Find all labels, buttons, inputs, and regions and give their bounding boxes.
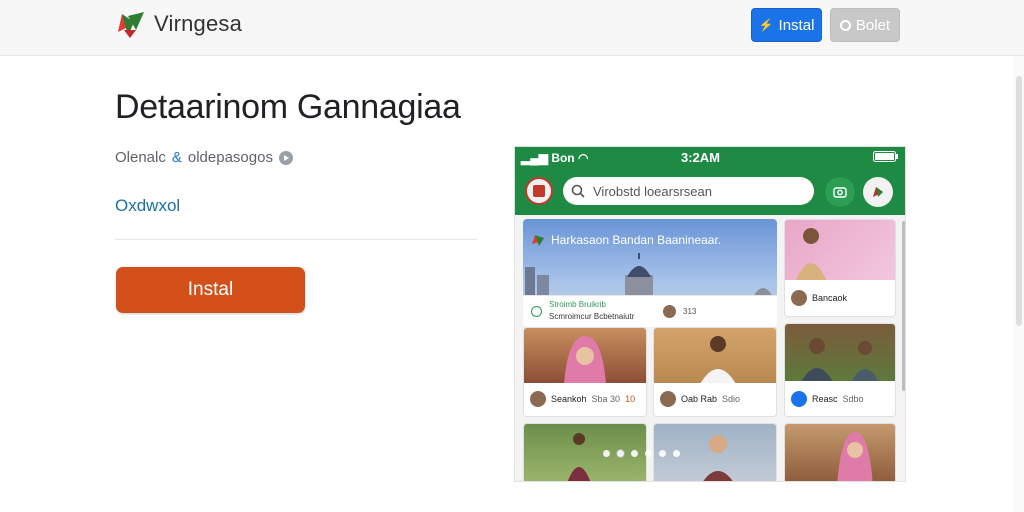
divider — [115, 239, 477, 240]
circle-icon — [839, 19, 851, 31]
avatar — [791, 390, 807, 407]
banner-logo-icon — [532, 235, 544, 246]
search-icon — [571, 184, 585, 198]
feed-card[interactable]: Reasc Sdbo — [784, 323, 896, 417]
person-illustration — [564, 336, 606, 384]
page-scrollbar-thumb[interactable] — [1016, 76, 1022, 326]
people-illustration — [801, 338, 879, 382]
meta-amp: & — [171, 149, 182, 166]
banner-caption-2: Scmroimcur Bcbetnaiutr — [549, 312, 635, 321]
install-button[interactable]: Instal — [116, 267, 305, 313]
card-title: Oab Rab — [681, 394, 718, 405]
top-bar: Virngesa ⚡ Instal Bolet — [0, 0, 1024, 56]
phone-search-placeholder: Virobstd loearsrsean — [593, 183, 712, 199]
person-illustration — [567, 433, 591, 481]
building-illustration — [525, 267, 549, 299]
card-caption: Bancaok — [785, 279, 895, 316]
developer-link[interactable]: Oxdwxol — [115, 196, 180, 216]
meta-text: Olenalc — [115, 149, 166, 166]
person-illustration — [700, 336, 736, 384]
card-sub: Sba 30 — [591, 394, 621, 405]
banner-title-text: Harkasaon Bandan Baanineaar. — [551, 233, 722, 247]
app-meta: Olenalc & oldepasogos — [115, 149, 293, 166]
person-illustration — [703, 435, 733, 481]
avatar — [791, 289, 807, 306]
feed-card[interactable] — [784, 423, 896, 481]
banner-count: 313 — [683, 307, 697, 316]
brand[interactable]: Virngesa — [114, 8, 242, 40]
install-button-top[interactable]: ⚡ Instal — [751, 8, 822, 42]
info-icon[interactable] — [278, 150, 293, 165]
card-caption: Seankoh Sba 30 10 — [524, 382, 646, 416]
person-illustration — [837, 432, 873, 481]
carousel-dot[interactable] — [659, 450, 666, 457]
card-sub: Sdbo — [842, 393, 864, 404]
card-caption: Oab Rab Sdio — [654, 382, 776, 416]
phone-search-input[interactable]: Virobstd loearsrsean — [563, 177, 814, 205]
status-carrier: Bon — [551, 151, 575, 165]
meta-category[interactable]: oldepasogos — [188, 149, 273, 166]
wifi-icon: ◠ — [577, 151, 589, 165]
app-title: Detaarinom Gannagiaa — [115, 88, 461, 126]
mosque-illustration — [625, 253, 653, 295]
avatar — [530, 391, 546, 408]
profile-icon[interactable] — [863, 177, 893, 207]
avatar — [660, 391, 676, 408]
avatar — [663, 305, 676, 318]
carousel-dot[interactable] — [645, 450, 652, 457]
brand-name: Virngesa — [154, 11, 243, 36]
carousel-dot[interactable] — [603, 450, 610, 457]
card-sub: Sdio — [722, 394, 741, 405]
delete-button-top[interactable]: Bolet — [830, 8, 900, 42]
status-left: ▂▄▆ Bon ◠ — [521, 151, 588, 165]
person-illustration — [795, 228, 827, 282]
carousel-dots[interactable] — [603, 450, 680, 457]
feed-banner[interactable]: Harkasaon Bandan Baanineaar. Stroimb Bru… — [523, 219, 777, 327]
battery-icon — [873, 151, 899, 165]
phone-feed: Harkasaon Bandan Baanineaar. Stroimb Bru… — [515, 215, 905, 481]
phone-scrollbar[interactable] — [902, 221, 905, 391]
bolt-icon: ⚡ — [758, 18, 774, 32]
signal-icon: ▂▄▆ — [521, 151, 548, 165]
card-caption: Reasc Sdbo — [785, 381, 895, 416]
delete-label-top: Bolet — [855, 16, 891, 34]
carousel-dot[interactable] — [673, 450, 680, 457]
feed-card-top-right[interactable]: Bancaok — [784, 219, 896, 317]
page-scrollbar[interactable] — [1014, 56, 1024, 512]
banner-title: Harkasaon Bandan Baanineaar. — [531, 233, 721, 247]
feed-card[interactable]: Oab Rab Sdio — [653, 327, 777, 417]
phone-app-icon[interactable] — [525, 177, 553, 205]
camera-icon[interactable] — [825, 177, 855, 207]
status-bar: ▂▄▆ Bon ◠ 3:2AM — [515, 147, 905, 169]
radio-icon — [531, 306, 542, 317]
card-title: Reasc — [812, 393, 838, 404]
card-badge: 10 — [625, 394, 636, 405]
feed-card[interactable]: Seankoh Sba 30 10 — [523, 327, 647, 417]
status-time: 3:2AM — [681, 150, 721, 165]
phone-app-bar: Virobstd loearsrsean — [515, 169, 905, 215]
banner-caption: Stroimb Bruikrib Scmroimcur Bcbetnaiutr … — [523, 295, 777, 327]
card-title: Bancaok — [812, 292, 848, 303]
card-title: Seankoh — [551, 394, 587, 405]
app-screenshot[interactable]: ▂▄▆ Bon ◠ 3:2AM Virobstd loearsrsean Har… — [514, 146, 906, 482]
banner-caption-1: Stroimb Bruikrib — [549, 300, 606, 309]
install-label-top: Instal — [778, 16, 815, 34]
brand-logo-icon — [114, 8, 148, 40]
carousel-dot[interactable] — [631, 450, 638, 457]
carousel-dot-active[interactable] — [617, 450, 624, 457]
